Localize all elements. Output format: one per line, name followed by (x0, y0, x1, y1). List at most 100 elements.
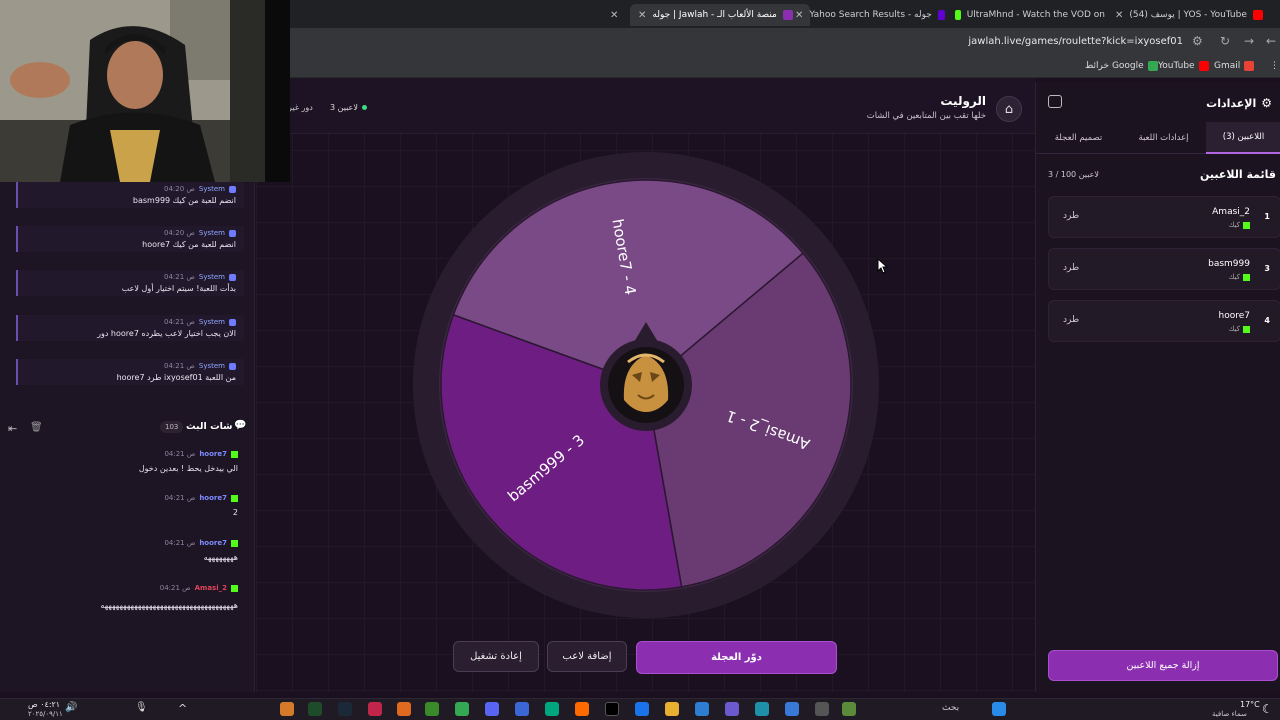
platform-label: كيك (1228, 221, 1240, 229)
back-icon[interactable]: ← (1266, 34, 1276, 48)
tab-title: جوله | Jawlah - منصة الألعاب الـ (652, 10, 777, 20)
roulette-wheel[interactable]: hoore7 - 4Amasi_2 - 1basm999 - 3 (402, 150, 890, 620)
chrome-icon[interactable] (455, 702, 469, 716)
page-subtitle: خلها تقب بين المتابعين في الشات (866, 111, 986, 121)
system-shield-icon (229, 229, 236, 237)
folder-icon[interactable] (665, 702, 679, 716)
trash-icon[interactable]: 🗑 (30, 422, 43, 433)
yahoo-favicon-icon (937, 10, 945, 20)
remove-all-players-button[interactable]: إزالة جميع اللاعبين (1048, 650, 1278, 681)
maps-icon (1147, 61, 1158, 71)
tab-close-icon[interactable]: ✕ (610, 4, 618, 26)
message-user[interactable]: hoore7 (199, 450, 227, 458)
restart-button[interactable]: إعادة تشغيل (453, 641, 539, 672)
chat-message: 04:21 ص hoore7 الي بيدخل يحط ! بعدين دخول (8, 450, 238, 473)
collapse-panel-icon[interactable] (1048, 95, 1062, 108)
mic-icon[interactable]: 🎙 (135, 702, 148, 713)
volume-icon[interactable]: 🔊 (65, 702, 77, 713)
app-icon[interactable] (280, 702, 294, 716)
system-message: 04:20 ص System hoore7 انضم للعبة من كيك (16, 226, 244, 252)
message-user: System (198, 273, 225, 281)
taskbar: 17°C سماء صافية ☾ بحث ^ 🎙 🔊 ٠٤:٢١ ص ٢٠٢٥… (0, 698, 1280, 720)
app-icon[interactable] (515, 702, 529, 716)
system-shield-icon (229, 362, 236, 370)
kick-player-button[interactable]: طرد (1063, 315, 1079, 325)
message-user[interactable]: Amasi_2 (195, 584, 227, 592)
player-number: 1 (1264, 212, 1270, 221)
player-row: 1 Amasi_2 كيك طرد (1048, 196, 1280, 238)
chat-message: 04:21 ص hoore7 2 (8, 494, 238, 517)
bookmark-gmail[interactable]: Gmail (1214, 61, 1255, 71)
chat-settings-icon[interactable]: ⇤ (8, 422, 17, 435)
kick-player-button[interactable]: طرد (1063, 211, 1079, 221)
message-time: 04:21 ص (164, 539, 196, 547)
settings-panel: الإعدادات ⚙ اللاعبين (3) إعدادات اللعبة … (1035, 82, 1280, 692)
app-icon[interactable] (308, 702, 322, 716)
spin-wheel-button[interactable]: دوّر العجلة (636, 641, 837, 674)
firefox-icon[interactable] (575, 702, 589, 716)
app-icon[interactable] (695, 702, 709, 716)
start-icon[interactable] (992, 702, 1006, 716)
app-icon[interactable] (842, 702, 856, 716)
message-user: System (198, 318, 225, 326)
forward-icon[interactable]: → (1244, 34, 1254, 48)
discord-icon[interactable] (485, 702, 499, 716)
tab-youtube[interactable]: ✕ (54) يوسف | YOS - YouTube (1115, 4, 1275, 26)
webcam-overlay (0, 0, 265, 182)
clock-date[interactable]: ٢٠٢٥/٠٩/١١ (28, 710, 63, 718)
player-name: hoore7 (1218, 311, 1250, 321)
close-icon[interactable]: ✕ (795, 10, 803, 21)
message-text: basm999 انضم للعبة من كيك (132, 196, 236, 205)
kick-favicon-icon (955, 10, 961, 20)
bookmark-youtube[interactable]: YouTube (1158, 61, 1209, 71)
steam-icon[interactable] (338, 702, 352, 716)
app-icon[interactable] (545, 702, 559, 716)
clock-time[interactable]: ٠٤:٢١ ص (28, 700, 60, 709)
tab-kick[interactable]: UltraMhnd - Watch the VOD on (955, 4, 1105, 26)
mouse-cursor-icon (877, 258, 889, 274)
more-bookmarks-icon[interactable]: ⋮ (1270, 61, 1279, 71)
system-shield-icon (229, 273, 236, 281)
weather-desc: سماء صافية (1212, 710, 1247, 718)
message-text: دور hoore7 الان يجب اختيار لاعب يطرده (97, 329, 236, 338)
teams-icon[interactable] (725, 702, 739, 716)
app-icon[interactable] (635, 702, 649, 716)
tab-game-settings[interactable]: إعدادات اللعبة (1121, 122, 1206, 154)
bookmark-label: YouTube (1158, 61, 1195, 71)
kick-icon (1243, 273, 1250, 281)
app-icon[interactable] (785, 702, 799, 716)
message-user[interactable]: hoore7 (199, 494, 227, 502)
site-settings-icon[interactable]: ⚙ (1192, 34, 1203, 48)
settings-title: الإعدادات ⚙ (1206, 96, 1272, 110)
add-player-button[interactable]: إضافة لاعب (547, 641, 627, 672)
home-icon[interactable]: ⌂ (996, 96, 1022, 122)
close-icon[interactable]: ✕ (1115, 10, 1123, 21)
edge-icon[interactable] (755, 702, 769, 716)
gear-icon: ⚙ (1261, 96, 1272, 110)
taskbar-search[interactable]: بحث (942, 703, 959, 713)
app-icon[interactable] (368, 702, 382, 716)
kick-player-button[interactable]: طرد (1063, 263, 1079, 273)
app-icon[interactable] (397, 702, 411, 716)
player-platform: كيك (1229, 325, 1250, 333)
message-time: 04:21 ص (159, 584, 191, 592)
chevron-up-icon[interactable]: ^ (178, 702, 187, 715)
bookmark-maps[interactable]: خرائط Google (1085, 61, 1158, 71)
system-shield-icon (229, 318, 236, 326)
message-user[interactable]: hoore7 (199, 539, 227, 547)
tab-wheel-design[interactable]: تصميم العجلة (1036, 122, 1121, 154)
x-icon[interactable] (605, 702, 619, 716)
url-field[interactable]: jawlah.live/games/roulette?kick=ixyosef0… (968, 36, 1183, 47)
close-icon[interactable]: ✕ (638, 10, 646, 21)
message-text: ههههههههههههههههههههههههههههههههههههه (100, 601, 238, 610)
system-shield-icon (229, 185, 236, 193)
player-number: 4 (1264, 316, 1270, 325)
reload-icon[interactable]: ↻ (1220, 34, 1230, 48)
app-icon[interactable] (815, 702, 829, 716)
players-list-title: قائمة اللاعبين (1200, 168, 1276, 181)
platform-label: كيك (1228, 325, 1240, 333)
tab-jawlah[interactable]: ✕ جوله | Jawlah - منصة الألعاب الـ (630, 4, 810, 26)
tab-players[interactable]: اللاعبين (3) (1206, 122, 1280, 154)
tab-yahoo[interactable]: ✕ Yahoo Search Results - جوله (795, 4, 945, 26)
minecraft-icon[interactable] (425, 702, 439, 716)
